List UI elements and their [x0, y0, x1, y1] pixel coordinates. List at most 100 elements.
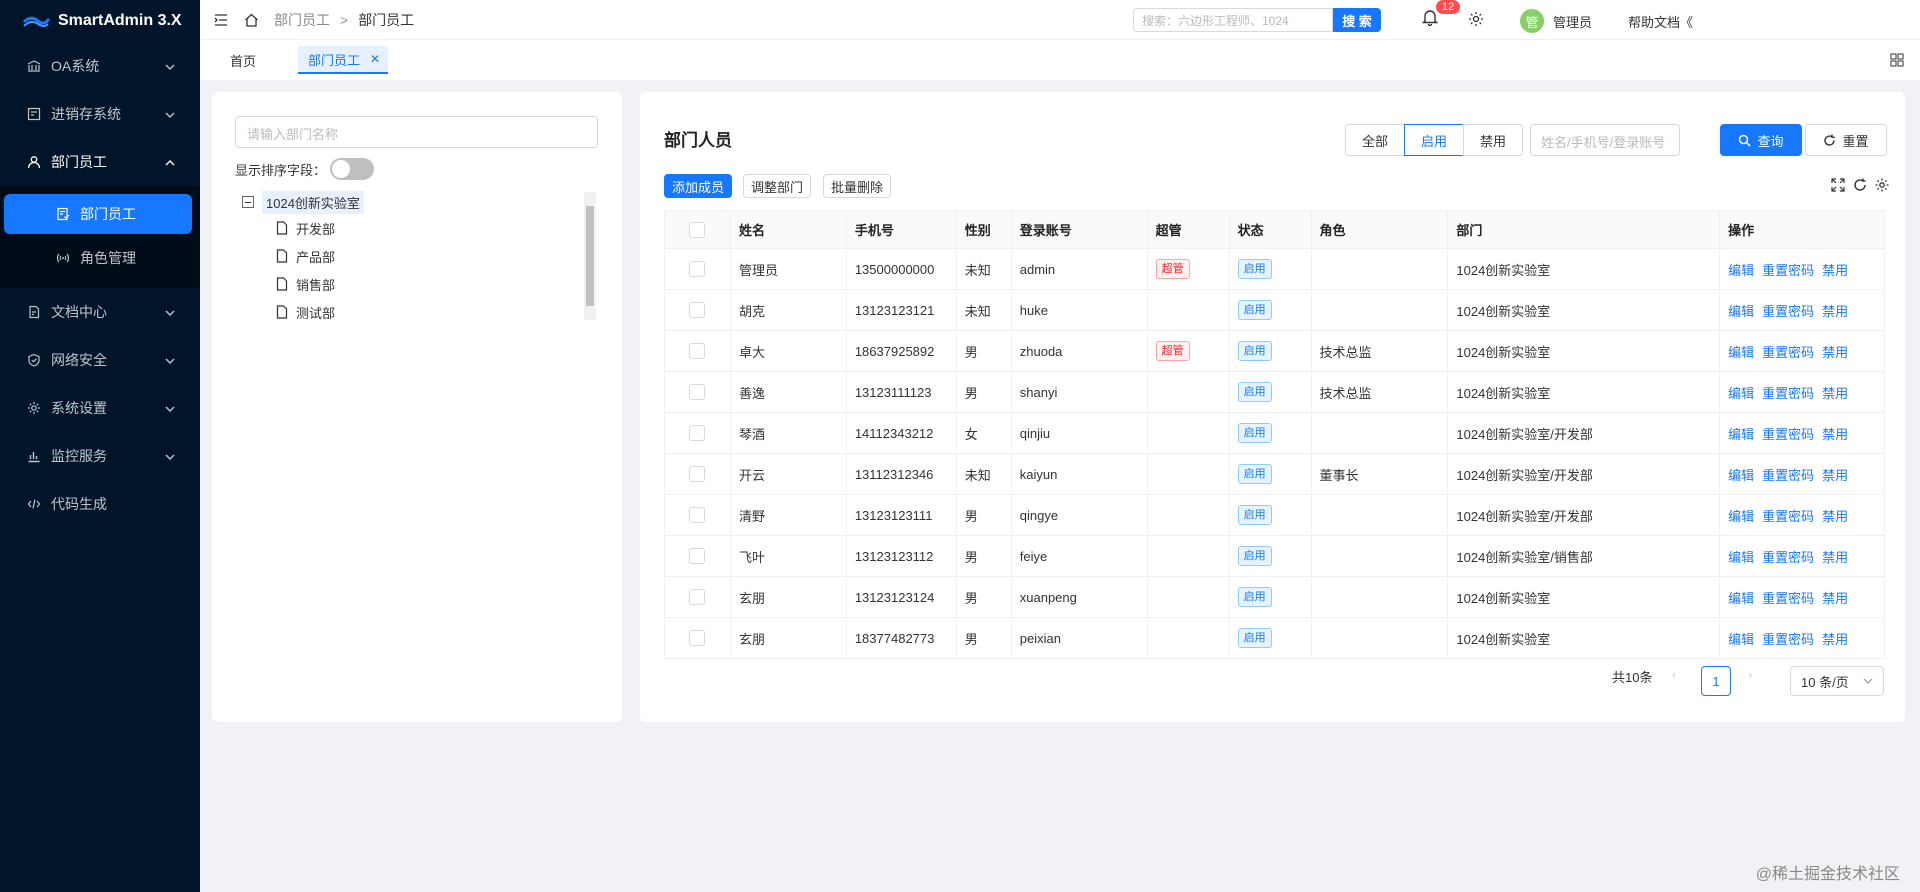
edit-link[interactable]: 编辑 — [1728, 550, 1754, 565]
edit-link[interactable]: 编辑 — [1728, 304, 1754, 319]
help-docs-link[interactable]: 帮助文档《 — [1628, 12, 1693, 31]
disable-link[interactable]: 禁用 — [1822, 304, 1848, 319]
tree-node[interactable]: 销售部 — [242, 270, 582, 298]
column-header[interactable]: 登录账号 — [1011, 210, 1148, 249]
table-row[interactable]: 玄朋 18377482773 男 peixian 启用 1024创新实验室 编辑 重置密码 禁用 — [664, 617, 1885, 659]
refresh-icon[interactable] — [1853, 178, 1867, 192]
tree-node-label[interactable]: 1024创新实验室 — [262, 190, 364, 214]
reset-password-link[interactable]: 重置密码 — [1762, 632, 1814, 647]
table-row[interactable]: 卓大 18637925892 男 zhuoda 超管 启用 技术总监 1024创新实验室 编辑重… — [664, 330, 1885, 372]
table-row[interactable]: 飞叶 13123123112 男 feiye 启用 1024创新实验室/销售部 编辑 重置密码… — [664, 535, 1885, 577]
department-search-input[interactable]: 请输入部门名称 — [235, 116, 598, 148]
chevron-right-icon[interactable]: › — [1748, 667, 1752, 682]
global-search-button[interactable]: 搜 索 — [1333, 8, 1381, 32]
disable-link[interactable]: 禁用 — [1822, 591, 1848, 606]
row-select-cell[interactable] — [664, 371, 731, 413]
settings-icon[interactable] — [1875, 178, 1889, 192]
sort-field-switch[interactable] — [330, 158, 375, 180]
sidebar-item[interactable]: 进销存系统 — [0, 90, 200, 138]
sidebar-item[interactable]: 部门员工 — [0, 138, 200, 186]
header-select-all[interactable] — [664, 210, 731, 249]
close-icon[interactable]: ✕ — [370, 52, 380, 66]
disable-link[interactable]: 禁用 — [1822, 263, 1848, 278]
column-header[interactable]: 手机号 — [846, 210, 957, 249]
sidebar-subitem[interactable]: 部门员工 — [4, 194, 192, 234]
tab-home[interactable]: 首页 — [220, 46, 266, 74]
reset-password-link[interactable]: 重置密码 — [1762, 263, 1814, 278]
scrollbar-thumb[interactable] — [586, 206, 594, 306]
column-header[interactable]: 超管 — [1147, 210, 1230, 249]
collapse-icon[interactable] — [242, 196, 254, 208]
row-select-cell[interactable] — [664, 494, 731, 536]
table-row[interactable]: 琴酒 14112343212 女 qinjiu 启用 1024创新实验室/开发部 编辑 重置密… — [664, 412, 1885, 454]
gear-icon[interactable] — [1468, 11, 1484, 30]
bell-icon[interactable] — [1421, 8, 1439, 29]
row-select-cell[interactable] — [664, 412, 731, 454]
row-select-cell[interactable] — [664, 535, 731, 577]
column-header[interactable]: 操作 — [1719, 210, 1885, 249]
sidebar-item[interactable]: 网络安全 — [0, 336, 200, 384]
row-checkbox[interactable] — [689, 384, 706, 401]
query-button[interactable]: 查询 — [1720, 124, 1802, 156]
global-search-input[interactable]: 搜索：六边形工程师、1024 — [1133, 8, 1333, 32]
table-row[interactable]: 胡克 13123123121 未知 huke 启用 1024创新实验室 编辑 重置密码 禁用 — [664, 289, 1885, 331]
table-row[interactable]: 清野 13123123111 男 qingye 启用 1024创新实验室/开发部 编辑 重置密… — [664, 494, 1885, 536]
row-checkbox[interactable] — [689, 425, 706, 442]
row-checkbox[interactable] — [689, 343, 706, 360]
row-checkbox[interactable] — [689, 630, 706, 647]
filter-disabled-button[interactable]: 禁用 — [1463, 124, 1523, 156]
fullscreen-icon[interactable] — [1831, 178, 1845, 192]
disable-link[interactable]: 禁用 — [1822, 427, 1848, 442]
grid-icon[interactable] — [1890, 53, 1904, 70]
tree-node-root[interactable]: 1024创新实验室 — [242, 190, 582, 214]
batch-delete-button[interactable]: 批量删除 — [823, 174, 892, 198]
sidebar-item[interactable]: OA系统 — [0, 42, 200, 90]
username[interactable]: 管理员 — [1553, 12, 1592, 31]
column-header[interactable]: 状态 — [1229, 210, 1312, 249]
app-logo[interactable]: SmartAdmin 3.X — [0, 0, 200, 42]
tree-scrollbar[interactable] — [584, 192, 596, 320]
pagination-current-page[interactable]: 1 — [1701, 666, 1731, 696]
disable-link[interactable]: 禁用 — [1822, 509, 1848, 524]
chevron-left-icon[interactable]: ‹ — [1672, 667, 1676, 682]
reset-button[interactable]: 重置 — [1805, 124, 1887, 156]
reset-password-link[interactable]: 重置密码 — [1762, 550, 1814, 565]
reset-password-link[interactable]: 重置密码 — [1762, 345, 1814, 360]
row-checkbox[interactable] — [689, 302, 706, 319]
sidebar-subitem[interactable]: 角色管理 — [4, 238, 192, 278]
row-select-cell[interactable] — [664, 453, 731, 495]
row-checkbox[interactable] — [689, 261, 706, 278]
tree-node[interactable]: 开发部 — [242, 214, 582, 242]
reset-password-link[interactable]: 重置密码 — [1762, 509, 1814, 524]
sidebar-item[interactable]: 文档中心 — [0, 288, 200, 336]
reset-password-link[interactable]: 重置密码 — [1762, 427, 1814, 442]
menu-fold-icon[interactable] — [206, 13, 236, 27]
reset-password-link[interactable]: 重置密码 — [1762, 386, 1814, 401]
row-select-cell[interactable] — [664, 576, 731, 618]
breadcrumb-item[interactable]: 部门员工 — [274, 10, 330, 30]
tree-node[interactable]: 测试部 — [242, 298, 582, 326]
column-header[interactable]: 部门 — [1447, 210, 1721, 249]
row-select-cell[interactable] — [664, 289, 731, 331]
tree-node[interactable]: 产品部 — [242, 242, 582, 270]
edit-link[interactable]: 编辑 — [1728, 427, 1754, 442]
tab-department-staff[interactable]: 部门员工 ✕ — [298, 46, 389, 74]
table-row[interactable]: 管理员 13500000000 未知 admin 超管 启用 1024创新实验室 编辑 重置密码… — [664, 248, 1885, 290]
disable-link[interactable]: 禁用 — [1822, 550, 1848, 565]
home-icon[interactable] — [236, 13, 266, 27]
sidebar-item[interactable]: 系统设置 — [0, 384, 200, 432]
reset-password-link[interactable]: 重置密码 — [1762, 468, 1814, 483]
row-checkbox[interactable] — [689, 589, 706, 606]
select-all-checkbox[interactable] — [689, 221, 706, 238]
table-row[interactable]: 玄朋 13123123124 男 xuanpeng 启用 1024创新实验室 编辑 重置密码禁… — [664, 576, 1885, 618]
disable-link[interactable]: 禁用 — [1822, 345, 1848, 360]
column-header[interactable]: 角色 — [1311, 210, 1449, 249]
table-row[interactable]: 开云 13112312346 未知 kaiyun 启用 董事长 1024创新实验室/开发部编… — [664, 453, 1885, 495]
edit-link[interactable]: 编辑 — [1728, 468, 1754, 483]
avatar[interactable]: 管 — [1520, 9, 1544, 33]
row-select-cell[interactable] — [664, 330, 731, 372]
edit-link[interactable]: 编辑 — [1728, 591, 1754, 606]
filter-all-button[interactable]: 全部 — [1345, 124, 1405, 156]
edit-link[interactable]: 编辑 — [1728, 632, 1754, 647]
edit-link[interactable]: 编辑 — [1728, 509, 1754, 524]
